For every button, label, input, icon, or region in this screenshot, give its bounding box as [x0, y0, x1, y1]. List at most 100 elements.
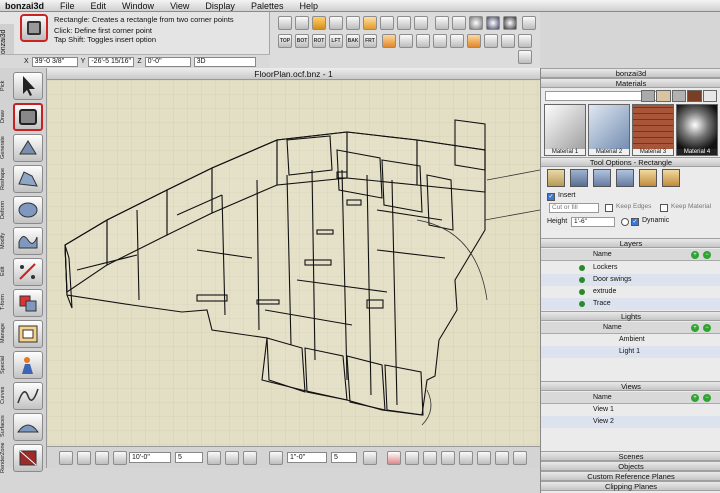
swatch-brick[interactable] [687, 90, 702, 102]
height-field[interactable]: 1'-6" [571, 217, 615, 227]
view-left-button[interactable]: LFT [329, 34, 343, 48]
reshape-icon[interactable] [13, 165, 43, 193]
delete-icon[interactable] [312, 16, 326, 30]
clipping-planes-title[interactable]: Clipping Planes [541, 481, 720, 491]
tool-renderzone[interactable]: RenderZone [0, 442, 47, 473]
layer-row[interactable]: extrude [541, 286, 720, 298]
midpoint-icon[interactable] [441, 451, 455, 465]
snap-icon[interactable] [269, 451, 283, 465]
no-entry-icon[interactable] [387, 451, 401, 465]
orbit-icon[interactable] [416, 34, 430, 48]
view-add-icon[interactable]: + [691, 394, 699, 402]
tool-reshape[interactable]: Reshape [0, 163, 47, 194]
tool-options-title[interactable]: Tool Options - Rectangle [541, 157, 720, 167]
swatch-gray[interactable] [641, 90, 656, 102]
view-remove-icon[interactable]: − [703, 394, 711, 402]
x-field[interactable]: 39'-0 3/8" [31, 56, 78, 67]
tool-generate[interactable]: Generate [0, 132, 47, 163]
no-snap-icon[interactable] [397, 16, 411, 30]
open-icon[interactable] [278, 16, 292, 30]
zoom-icon[interactable] [484, 34, 498, 48]
pyramid-rectangle-icon[interactable] [616, 169, 634, 187]
copy-icon[interactable] [346, 16, 360, 30]
light-row[interactable]: Ambient [541, 334, 720, 346]
layer-row[interactable]: Trace [541, 298, 720, 310]
intersection-icon[interactable] [477, 451, 491, 465]
pan-hand-icon[interactable] [467, 34, 481, 48]
manage-icon[interactable] [13, 320, 43, 348]
grid-view-icon[interactable] [452, 16, 466, 30]
viewport-3d[interactable] [47, 80, 540, 446]
cut-or-fill-select[interactable]: Cut or fill [549, 203, 599, 213]
transform-icon[interactable] [13, 289, 43, 317]
view-top-button[interactable]: TOP [278, 34, 292, 48]
tool-modify[interactable]: Modify [0, 225, 47, 256]
wireframe-render-icon[interactable] [469, 16, 483, 30]
material-1[interactable]: Material 1 [544, 104, 586, 156]
arrow-cursor-icon[interactable] [13, 72, 43, 100]
frame-rectangle-icon[interactable] [662, 169, 680, 187]
endpoint-icon[interactable] [423, 451, 437, 465]
materials-title[interactable]: Materials [541, 78, 720, 88]
tool-draw[interactable]: Draw [0, 101, 47, 132]
menu-file[interactable]: File [52, 1, 83, 11]
grid-spacing-field[interactable]: 10'-0" [129, 452, 171, 463]
scenes-title[interactable]: Scenes [541, 451, 720, 461]
modify-icon[interactable] [13, 227, 43, 255]
perpendicular-icon[interactable] [495, 451, 509, 465]
material-3[interactable]: Material 3 [632, 104, 674, 156]
print-icon[interactable] [414, 16, 428, 30]
tool-transform[interactable]: T-form [0, 287, 47, 318]
view-back-button[interactable]: BAK [346, 34, 360, 48]
tool-surfaces[interactable]: Surfaces [0, 411, 47, 442]
view-bottom-button[interactable]: BOT [295, 34, 309, 48]
save-icon[interactable] [295, 16, 309, 30]
view-row[interactable]: View 1 [541, 404, 720, 416]
sphere-render-icon[interactable] [486, 16, 500, 30]
deform-icon[interactable] [13, 196, 43, 224]
zoom-in-icon[interactable] [501, 34, 515, 48]
lights-title[interactable]: Lights [541, 311, 720, 321]
swatch-silver[interactable] [671, 90, 687, 102]
view-row[interactable]: View 2 [541, 416, 720, 428]
light-row[interactable]: Light 1 [541, 346, 720, 358]
height-picker-icon[interactable] [621, 218, 629, 226]
no-grid-icon[interactable] [225, 451, 239, 465]
tool-special[interactable]: Special [0, 349, 47, 380]
menu-view[interactable]: View [162, 1, 197, 11]
magnet-icon[interactable] [243, 451, 257, 465]
swatch-white[interactable] [702, 90, 718, 102]
paste-icon[interactable] [380, 16, 394, 30]
coordinate-mode-select[interactable]: 3D [193, 56, 256, 67]
move-view-icon[interactable] [399, 34, 413, 48]
layer-row[interactable]: Door swings [541, 274, 720, 286]
view-front-button[interactable]: FRT [363, 34, 377, 48]
objects-title[interactable]: Objects [541, 461, 720, 471]
cut-icon[interactable] [329, 16, 343, 30]
filled-rectangle-icon[interactable] [639, 169, 657, 187]
cube-generate-icon[interactable] [13, 134, 43, 162]
swatch-tan[interactable] [656, 90, 671, 102]
menu-window[interactable]: Window [114, 1, 162, 11]
light-remove-icon[interactable]: − [703, 324, 711, 332]
grid-count-field[interactable]: 5 [175, 452, 203, 463]
walk-icon[interactable] [450, 34, 464, 48]
menu-edit[interactable]: Edit [83, 1, 115, 11]
snap-count-field[interactable]: 5 [331, 452, 357, 463]
eye-icon[interactable] [433, 34, 447, 48]
keep-edges-checkbox[interactable] [605, 204, 613, 212]
layer-remove-icon[interactable]: − [703, 251, 711, 259]
snap-grid-icon[interactable] [207, 451, 221, 465]
menu-display[interactable]: Display [197, 1, 243, 11]
tangent-icon[interactable] [513, 451, 527, 465]
center-icon[interactable] [459, 451, 473, 465]
flat-rectangle-icon[interactable] [547, 169, 565, 187]
shaded-render-icon[interactable] [503, 16, 517, 30]
tool-pick[interactable]: Pick [0, 70, 47, 101]
tool-edit[interactable]: Edit [0, 256, 47, 287]
pencil-icon[interactable] [435, 16, 449, 30]
menu-help[interactable]: Help [291, 1, 326, 11]
material-4[interactable]: Material 4 [676, 104, 718, 156]
light-add-icon[interactable]: + [691, 324, 699, 332]
edit-icon[interactable] [13, 258, 43, 286]
